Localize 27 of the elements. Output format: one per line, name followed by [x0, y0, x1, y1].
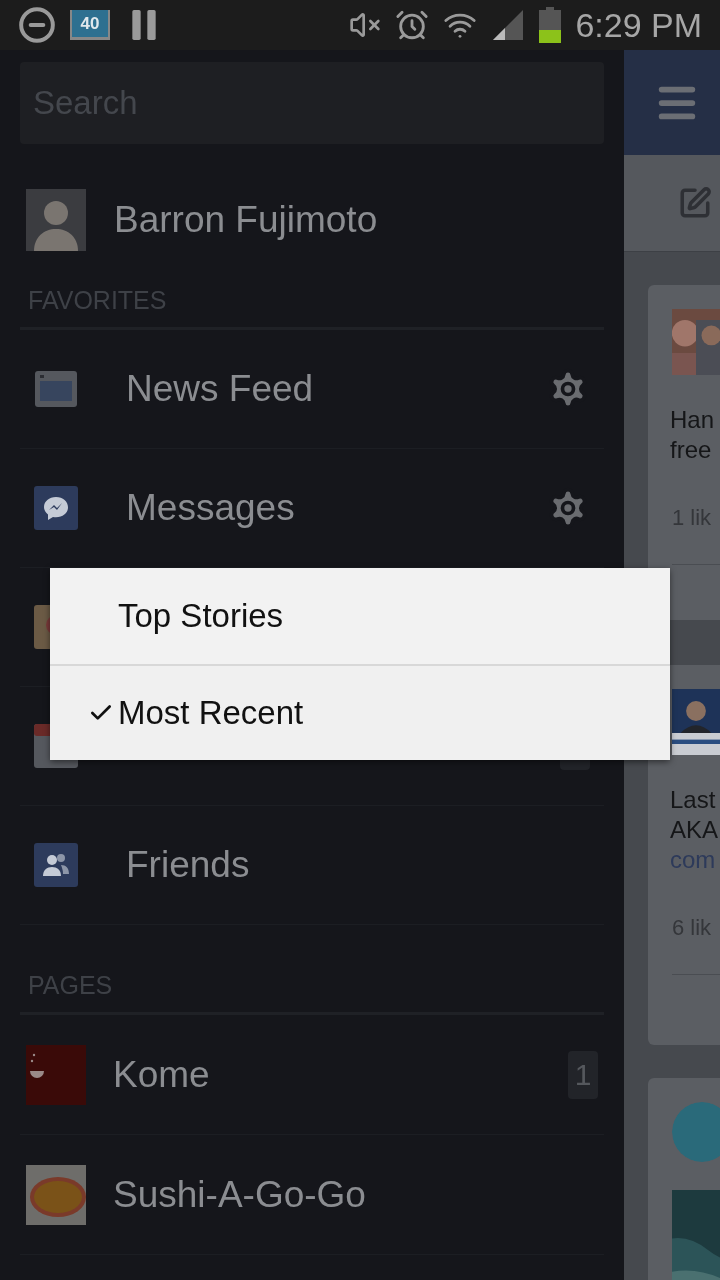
page-row[interactable]: Sushi-A-Go-Go: [20, 1135, 604, 1255]
menu-label: Friends: [126, 843, 251, 888]
menu-label: Messages: [126, 486, 296, 531]
avatar: [26, 189, 86, 251]
page-name: Kome: [113, 1052, 211, 1097]
post-text: Han: [670, 405, 716, 435]
clock-time: 6:29 PM: [575, 8, 702, 42]
compose-icon[interactable]: [678, 186, 712, 220]
menu-option[interactable]: Most Recent: [50, 664, 670, 760]
post-text: Last: [670, 785, 717, 815]
signal-icon: [491, 8, 526, 42]
post-text: AKA: [670, 815, 720, 845]
menu-label: News Feed: [126, 367, 315, 412]
menu-row[interactable]: News Feed: [20, 330, 604, 449]
tub-badge: 40: [70, 10, 110, 40]
alarm-icon: [395, 8, 430, 42]
menu-row[interactable]: Friends: [20, 806, 604, 925]
page-name: Sushi-A-Go-Go: [113, 1172, 367, 1217]
post-text: free: [670, 435, 713, 465]
battery-icon: [539, 7, 562, 43]
profile-name: Barron Fujimoto: [114, 198, 378, 243]
people-icon: [34, 843, 78, 887]
chat-icon: [34, 486, 78, 530]
profile-row[interactable]: Barron Fujimoto: [20, 144, 604, 274]
do-not-disturb-icon: [18, 6, 56, 44]
menu-option[interactable]: Top Stories: [50, 568, 670, 664]
avatar: [672, 1102, 720, 1162]
